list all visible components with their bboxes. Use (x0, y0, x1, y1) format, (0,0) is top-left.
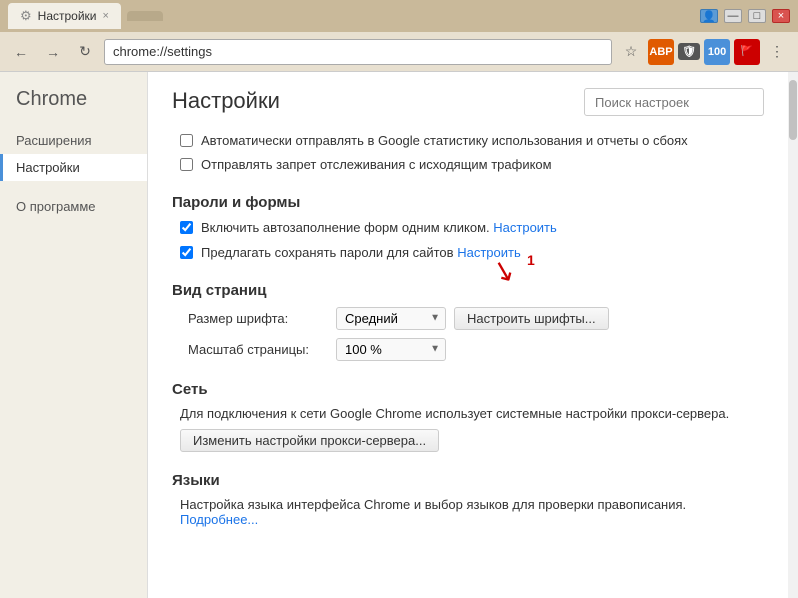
forward-button[interactable]: → (40, 39, 66, 65)
zoom-label: Масштаб страницы: (188, 342, 328, 357)
passwords-section: Пароли и формы Включить автозаполнение ф… (172, 194, 764, 261)
languages-section: Языки Настройка языка интерфейса Chrome … (172, 472, 764, 527)
back-button[interactable]: ← (8, 39, 34, 65)
settings-tab-icon: ⚙ (20, 8, 32, 24)
dnt-checkbox[interactable] (180, 158, 193, 171)
languages-more-link[interactable]: Подробнее... (180, 512, 258, 527)
proxy-button-wrap: Изменить настройки прокси-сервера... (180, 429, 764, 452)
save-passwords-row: Предлагать сохранять пароли для сайтов Н… (180, 244, 764, 262)
sidebar-spacer (0, 181, 147, 193)
stats-checkbox[interactable] (180, 134, 193, 147)
privacy-section: Автоматически отправлять в Google статис… (172, 132, 764, 174)
languages-description: Настройка языка интерфейса Chrome и выбо… (180, 497, 764, 527)
languages-title: Языки (172, 472, 764, 489)
save-passwords-configure-link[interactable]: Настроить (457, 245, 521, 260)
configure-fonts-button[interactable]: Настроить шрифты... (454, 307, 609, 330)
toolbar-icons: ☆ ABP 🛡 100 🚩 ⋮ (618, 39, 790, 65)
shield-icon[interactable]: 🛡 (678, 43, 700, 60)
flag-extension[interactable]: 🚩 (734, 39, 760, 65)
active-tab[interactable]: ⚙ Настройки × (8, 3, 121, 29)
page-view-section: Вид страниц Размер шрифта: Средний Настр… (172, 282, 764, 361)
sidebar: Chrome Расширения Настройки О программе (0, 72, 148, 598)
network-section: Сеть Для подключения к сети Google Chrom… (172, 381, 764, 452)
addressbar: ← → ↻ ☆ ABP 🛡 100 🚩 ⋮ (0, 32, 798, 72)
save-passwords-label: Предлагать сохранять пароли для сайтов Н… (201, 244, 521, 262)
stats-checkbox-row: Автоматически отправлять в Google статис… (180, 132, 764, 150)
star-icon[interactable]: ☆ (618, 39, 644, 65)
address-input[interactable] (104, 39, 612, 65)
autofill-configure-link[interactable]: Настроить (493, 220, 557, 235)
font-size-label: Размер шрифта: (188, 311, 328, 326)
menu-button[interactable]: ⋮ (764, 39, 790, 65)
sidebar-item-settings[interactable]: Настройки (0, 154, 147, 181)
save-passwords-checkbox[interactable] (180, 246, 193, 259)
sidebar-brand: Chrome (0, 88, 147, 127)
save-passwords-container: Предлагать сохранять пароли для сайтов Н… (172, 244, 764, 262)
dnt-checkbox-row: Отправлять запрет отслеживания с исходящ… (180, 156, 764, 174)
minimize-button[interactable]: — (724, 9, 742, 23)
autofill-checkbox[interactable] (180, 221, 193, 234)
page-view-title: Вид страниц (172, 282, 764, 299)
page-title: Настройки (172, 88, 280, 114)
network-title: Сеть (172, 381, 764, 398)
font-size-select[interactable]: Средний (336, 307, 446, 330)
window-controls: 👤 — □ × (700, 9, 790, 23)
content-header: Настройки (172, 88, 764, 116)
search-input[interactable] (584, 88, 764, 116)
maximize-button[interactable]: □ (748, 9, 766, 23)
autofill-row: Включить автозаполнение форм одним клико… (180, 219, 764, 237)
reload-button[interactable]: ↻ (72, 39, 98, 65)
titlebar: ⚙ Настройки × 👤 — □ × (0, 0, 798, 32)
stats-label: Автоматически отправлять в Google статис… (201, 132, 688, 150)
main-layout: Chrome Расширения Настройки О программе … (0, 72, 798, 598)
scrollbar[interactable] (788, 72, 798, 598)
zoom-select-wrap: 100 % (336, 338, 446, 361)
inactive-tab[interactable] (127, 11, 163, 21)
sidebar-item-about[interactable]: О программе (0, 193, 147, 220)
network-description: Для подключения к сети Google Chrome исп… (180, 406, 764, 421)
active-tab-label: Настройки (38, 9, 97, 23)
sidebar-item-extensions[interactable]: Расширения (0, 127, 147, 154)
passwords-section-title: Пароли и формы (172, 194, 764, 211)
zoom-row: Масштаб страницы: 100 % (188, 338, 764, 361)
user-button[interactable]: 👤 (700, 9, 718, 23)
tab-close-button[interactable]: × (103, 10, 109, 22)
content-area: Настройки Автоматически отправлять в Goo… (148, 72, 788, 598)
proxy-settings-button[interactable]: Изменить настройки прокси-сервера... (180, 429, 439, 452)
zoom-select[interactable]: 100 % (336, 338, 446, 361)
close-button[interactable]: × (772, 9, 790, 23)
dnt-label: Отправлять запрет отслеживания с исходящ… (201, 156, 552, 174)
100-extension[interactable]: 100 (704, 39, 730, 65)
autofill-label: Включить автозаполнение форм одним клико… (201, 219, 557, 237)
abp-extension[interactable]: ABP (648, 39, 674, 65)
font-size-row: Размер шрифта: Средний Настроить шрифты.… (188, 307, 764, 330)
scrollbar-thumb[interactable] (789, 80, 797, 140)
font-size-select-wrap: Средний (336, 307, 446, 330)
titlebar-left: ⚙ Настройки × (8, 3, 163, 29)
